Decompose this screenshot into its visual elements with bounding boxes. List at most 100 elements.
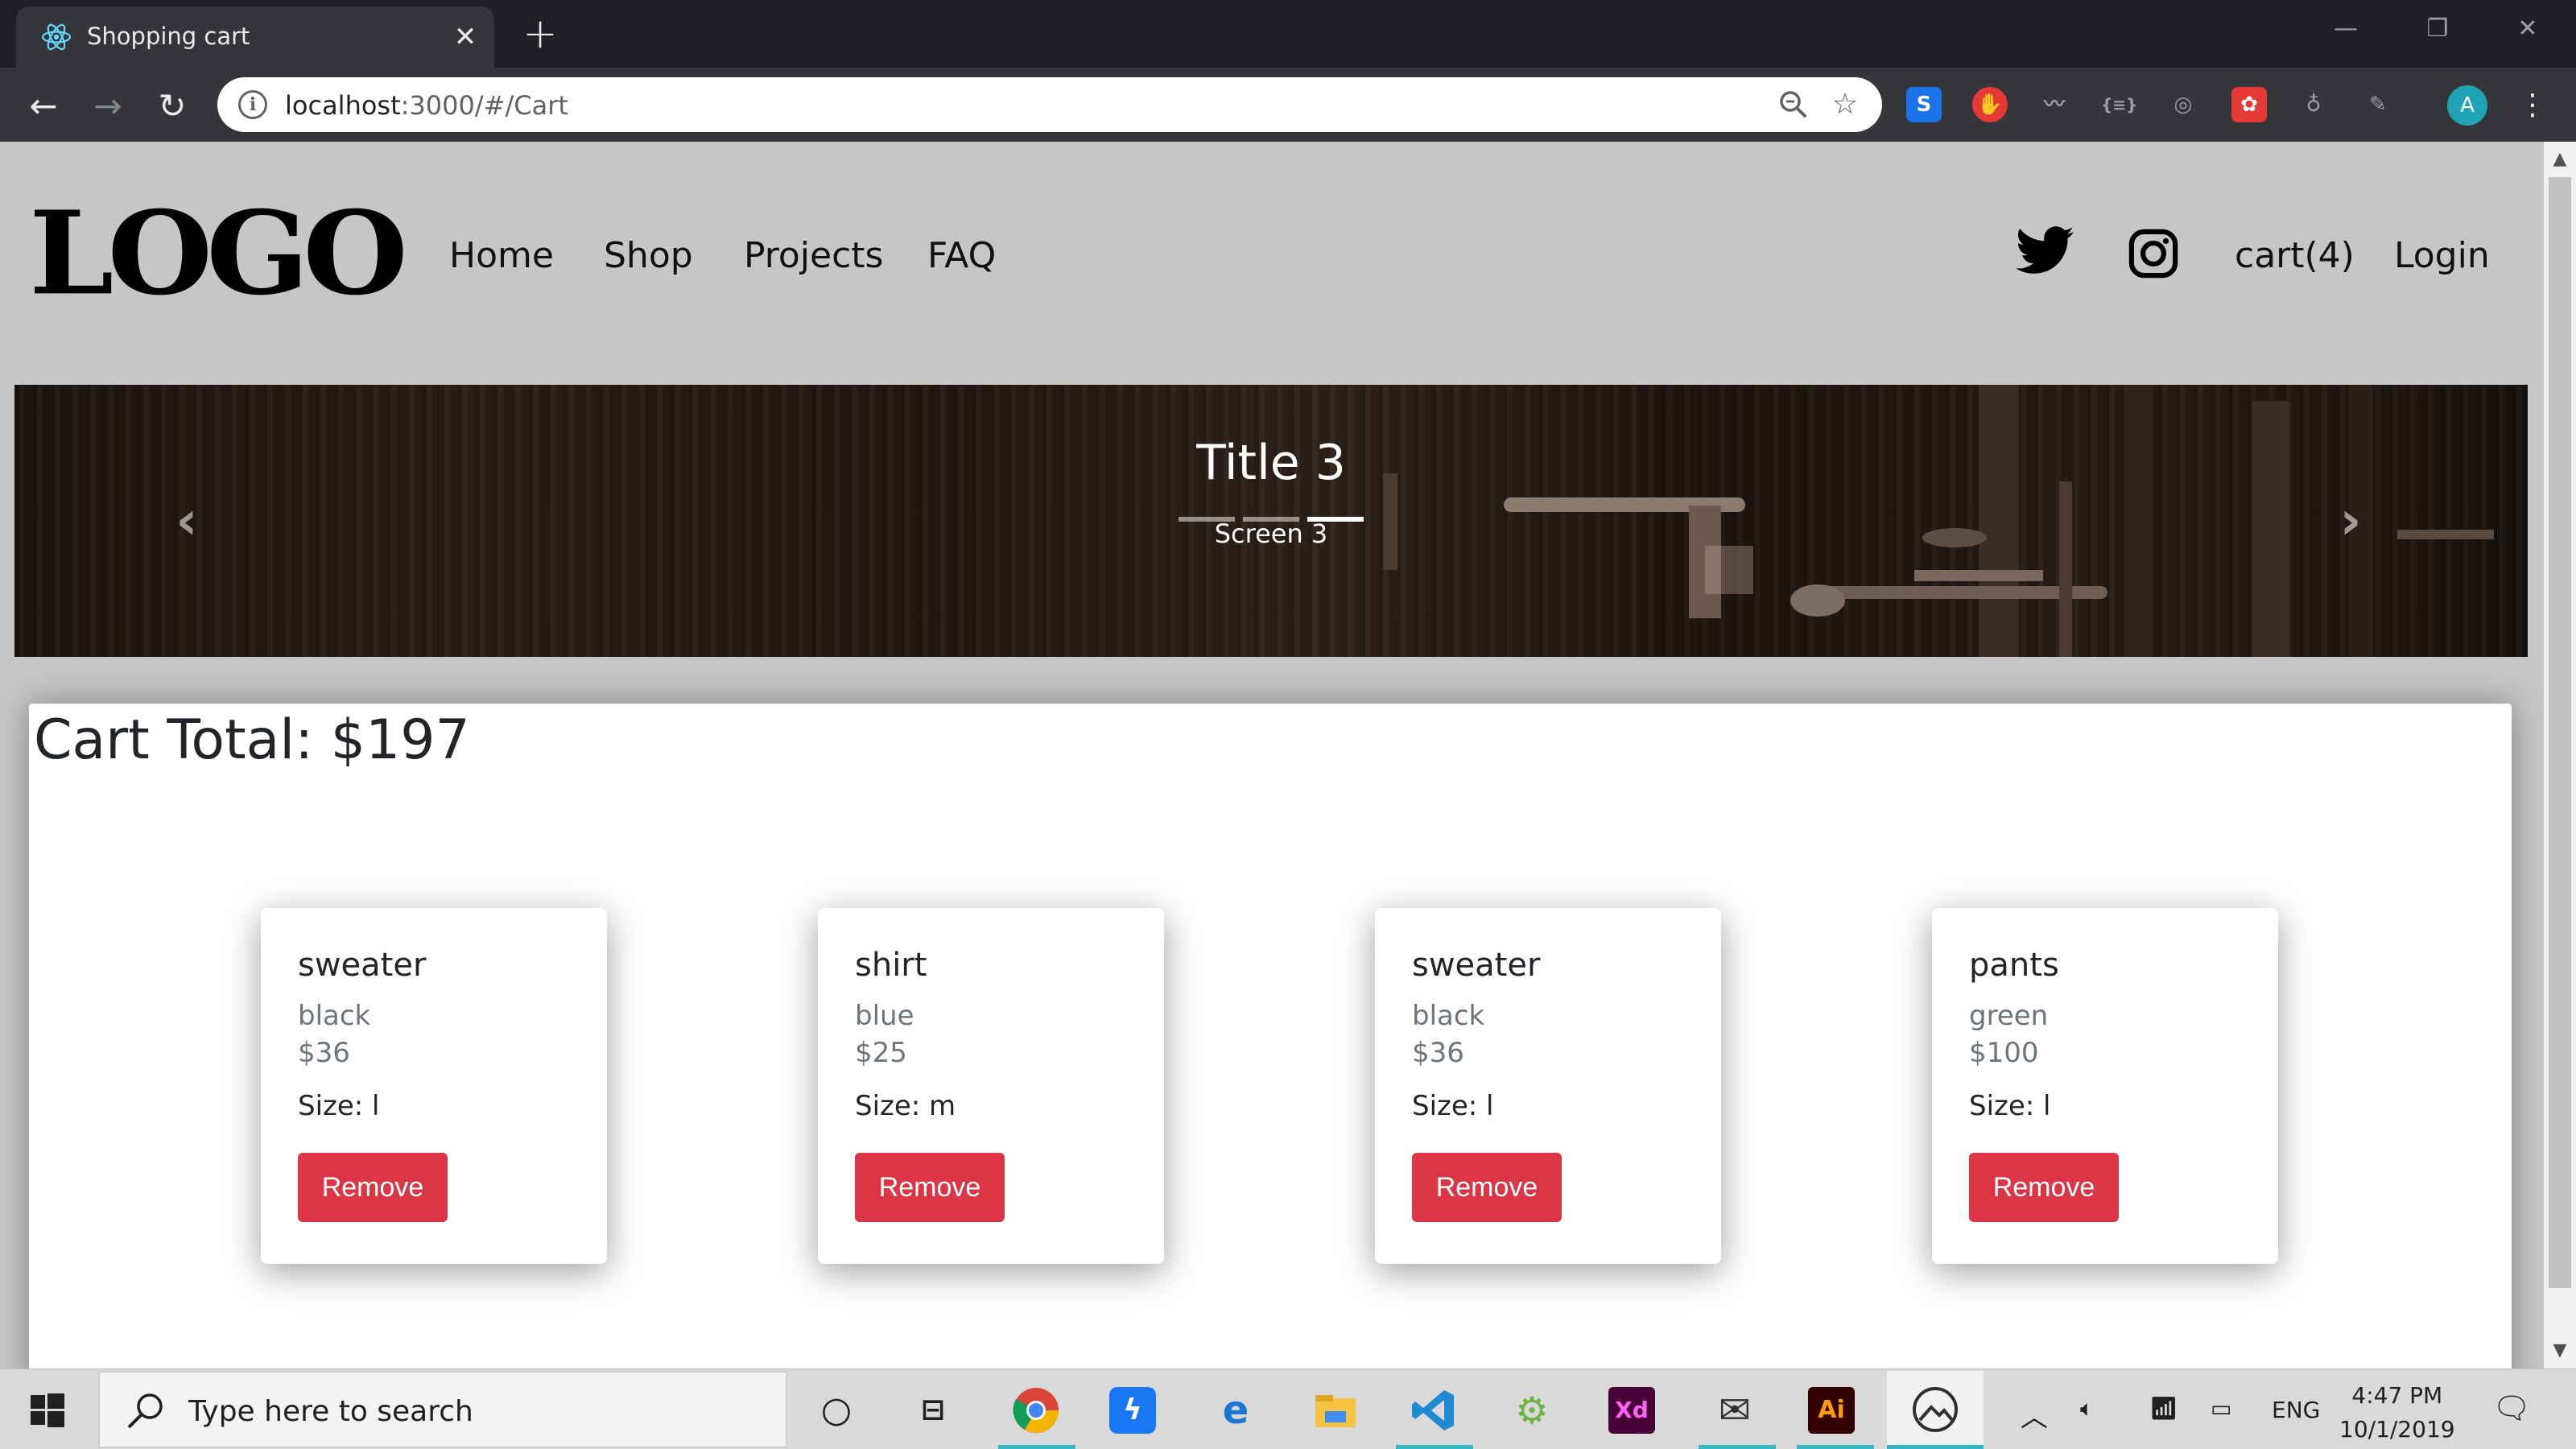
- cart-item-card: pants green $100 Size: l Remove: [1932, 908, 2278, 1264]
- search-placeholder: Type here to search: [188, 1395, 473, 1428]
- carousel-indicator-active[interactable]: [1307, 517, 1364, 522]
- clock-time: 4:47 PM: [2351, 1382, 2443, 1409]
- vscode-icon[interactable]: [1407, 1384, 1460, 1437]
- remove-button[interactable]: Remove: [1969, 1153, 2119, 1222]
- carousel-indicator[interactable]: [1179, 517, 1235, 522]
- language-indicator[interactable]: ENG: [2272, 1397, 2320, 1423]
- chrome-icon[interactable]: [1009, 1384, 1063, 1437]
- slide-title: Title 3: [1196, 435, 1346, 491]
- remove-button[interactable]: Remove: [855, 1153, 1005, 1222]
- scroll-up-icon[interactable]: ▲: [2544, 145, 2576, 174]
- item-size: Size: l: [1969, 1090, 2051, 1122]
- file-explorer-icon[interactable]: [1309, 1384, 1362, 1437]
- show-hidden-icons-chevron-icon[interactable]: ︿: [2021, 1395, 2048, 1435]
- url-path: :3000/#/Cart: [400, 90, 568, 121]
- scroll-down-icon[interactable]: ▼: [2544, 1336, 2576, 1365]
- action-center-icon[interactable]: 🗨︎: [2492, 1390, 2531, 1426]
- photos-app-button[interactable]: [1887, 1371, 1984, 1448]
- site-info-icon[interactable]: i: [238, 90, 267, 119]
- nav-projects-link[interactable]: Projects: [744, 235, 883, 276]
- new-tab-button[interactable]: +: [520, 13, 560, 55]
- page-viewport: LOGO Home Shop Projects FAQ cart(4) Logi…: [0, 142, 2544, 1368]
- remove-button[interactable]: Remove: [298, 1153, 448, 1222]
- nav-faq-link[interactable]: FAQ: [927, 235, 996, 276]
- page-scrollbar[interactable]: ▲ ▼: [2544, 142, 2576, 1368]
- stop-hand-icon[interactable]: ✋: [1972, 87, 2008, 122]
- remove-button[interactable]: Remove: [1412, 1153, 1562, 1222]
- cortana-icon[interactable]: ○: [810, 1384, 863, 1437]
- login-link[interactable]: Login: [2394, 235, 2490, 276]
- browser-tab[interactable]: Shopping cart ✕: [16, 6, 494, 68]
- item-price: $36: [298, 1037, 350, 1069]
- windows-start-icon[interactable]: [31, 1393, 64, 1427]
- vscode-active-indicator: [1396, 1445, 1473, 1449]
- nav-home-link[interactable]: Home: [449, 235, 554, 276]
- minimize-button[interactable]: —: [2322, 11, 2370, 47]
- android-studio-icon[interactable]: ⚙: [1505, 1384, 1558, 1437]
- lifebuoy-icon[interactable]: ◎: [2165, 87, 2201, 122]
- cart-total: Cart Total: $197: [34, 708, 470, 772]
- twitter-icon[interactable]: [2016, 225, 2074, 275]
- json-icon[interactable]: {≡}: [2101, 87, 2137, 122]
- item-name: sweater: [1412, 947, 1541, 984]
- item-size: Size: l: [1412, 1090, 1494, 1122]
- site-logo[interactable]: LOGO: [29, 196, 408, 312]
- volume-icon[interactable]: 🔈︎: [2080, 1395, 2094, 1422]
- wave-icon[interactable]: 〰: [2037, 87, 2072, 122]
- reload-icon[interactable]: ↻: [151, 85, 193, 127]
- cart-panel: Cart Total: $197 sweater black $36 Size:…: [29, 704, 2512, 1368]
- cart-item-card: sweater black $36 Size: l Remove: [261, 908, 607, 1264]
- restore-button[interactable]: ❐: [2413, 11, 2462, 47]
- battery-icon[interactable]: ▭: [2211, 1395, 2231, 1422]
- wifi-icon[interactable]: 📶︎: [2149, 1395, 2178, 1422]
- address-bar[interactable]: i localhost:3000/#/Cart ☆: [217, 77, 1882, 132]
- item-price: $100: [1969, 1037, 2039, 1069]
- slide-subtitle: Screen 3: [1214, 518, 1328, 549]
- bookmark-star-icon[interactable]: ☆: [1829, 89, 1861, 121]
- url-text[interactable]: localhost:3000/#/Cart: [285, 90, 568, 121]
- paw-icon[interactable]: ✿: [2231, 87, 2267, 122]
- profile-avatar[interactable]: A: [2447, 85, 2487, 126]
- tab-title: Shopping cart: [87, 23, 250, 50]
- cart-link[interactable]: cart(4): [2235, 235, 2355, 276]
- scrollbar-thumb[interactable]: [2549, 177, 2571, 1288]
- bulb-icon[interactable]: ♁: [2296, 87, 2331, 122]
- pen-icon[interactable]: ✎: [2360, 87, 2396, 122]
- item-color: blue: [855, 1000, 914, 1032]
- react-favicon-icon: [41, 23, 72, 51]
- carousel-indicator[interactable]: [1243, 517, 1299, 522]
- mail-icon[interactable]: ✉: [1708, 1384, 1761, 1437]
- instagram-icon[interactable]: [2128, 229, 2178, 279]
- item-color: green: [1969, 1000, 2049, 1032]
- clock-date: 10/1/2019: [2339, 1416, 2455, 1443]
- carousel-prev-icon[interactable]: ‹: [163, 493, 211, 549]
- cart-item-card: shirt blue $25 Size: m Remove: [818, 908, 1164, 1264]
- zoom-icon[interactable]: [1777, 89, 1810, 121]
- tab-close-icon[interactable]: ✕: [449, 21, 481, 53]
- item-price: $25: [855, 1037, 907, 1069]
- s-extension-icon[interactable]: S: [1906, 87, 1942, 122]
- photos-active-indicator: [1887, 1445, 1984, 1449]
- url-host: localhost: [285, 90, 401, 121]
- messenger-icon[interactable]: ϟ: [1109, 1387, 1156, 1434]
- close-window-button[interactable]: ✕: [2504, 11, 2552, 47]
- photos-icon: [1913, 1387, 1958, 1432]
- task-view-icon[interactable]: ⊟: [906, 1384, 960, 1437]
- browser-menu-icon[interactable]: ⋮: [2518, 87, 2547, 124]
- adobe-xd-icon[interactable]: Xd: [1608, 1387, 1655, 1434]
- taskbar-clock[interactable]: 4:47 PM 10/1/2019: [2339, 1379, 2455, 1447]
- nav-shop-link[interactable]: Shop: [604, 235, 693, 276]
- windows-taskbar: Type here to search ○ ⊟ ϟ e ⚙ Xd ✉ Ai ︿ …: [0, 1368, 2576, 1449]
- item-name: sweater: [298, 947, 427, 984]
- item-name: pants: [1969, 947, 2059, 984]
- back-arrow-icon[interactable]: ←: [23, 85, 64, 127]
- item-color: black: [1412, 1000, 1485, 1032]
- forward-arrow-icon[interactable]: →: [87, 85, 129, 127]
- edge-icon[interactable]: e: [1209, 1384, 1262, 1437]
- carousel-next-icon[interactable]: ›: [2326, 493, 2375, 549]
- chrome-active-indicator: [998, 1445, 1075, 1449]
- item-name: shirt: [855, 947, 927, 984]
- taskbar-search-box[interactable]: Type here to search: [98, 1371, 787, 1448]
- illustrator-icon[interactable]: Ai: [1808, 1387, 1855, 1434]
- browser-tab-strip: Shopping cart ✕ + — ❐ ✕: [0, 0, 2576, 68]
